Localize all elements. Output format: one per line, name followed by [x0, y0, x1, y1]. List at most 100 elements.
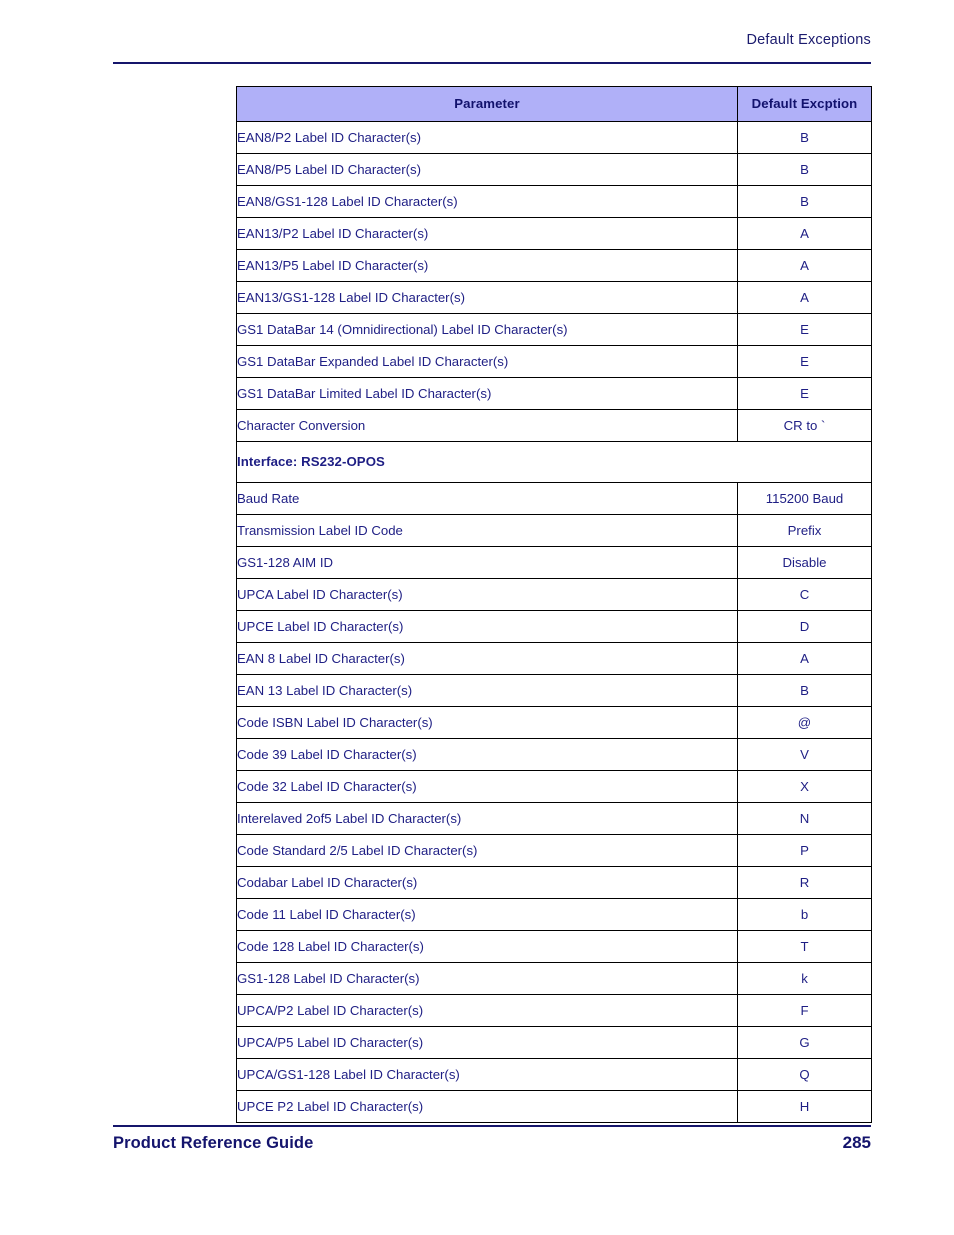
page-footer: Product Reference Guide 285	[113, 1133, 871, 1153]
column-header-default-exception: Default Excption	[737, 86, 872, 122]
cell-parameter: Character Conversion	[236, 409, 738, 442]
cell-parameter: Transmission Label ID Code	[236, 514, 738, 547]
cell-default-exception: E	[737, 377, 872, 410]
table-row: Code 32 Label ID Character(s) X	[236, 770, 872, 803]
cell-parameter: Code Standard 2/5 Label ID Character(s)	[236, 834, 738, 867]
cell-default-exception: A	[737, 249, 872, 282]
cell-parameter: UPCE P2 Label ID Character(s)	[236, 1090, 738, 1123]
table-row: EAN8/P5 Label ID Character(s) B	[236, 153, 872, 186]
cell-default-exception: B	[737, 153, 872, 186]
table-header-row: Parameter Default Excption	[236, 86, 872, 122]
table-body: EAN8/P2 Label ID Character(s) B EAN8/P5 La…	[236, 121, 872, 1123]
table-row: Code 11 Label ID Character(s) b	[236, 898, 872, 931]
cell-parameter: UPCA/P5 Label ID Character(s)	[236, 1026, 738, 1059]
cell-parameter: EAN 13 Label ID Character(s)	[236, 674, 738, 707]
table-row: UPCE Label ID Character(s) D	[236, 610, 872, 643]
table-row: Character Conversion CR to `	[236, 409, 872, 442]
cell-default-exception: T	[737, 930, 872, 963]
cell-parameter: Baud Rate	[236, 482, 738, 515]
cell-default-exception: Q	[737, 1058, 872, 1091]
cell-default-exception: A	[737, 217, 872, 250]
cell-default-exception: @	[737, 706, 872, 739]
table-row: GS1 DataBar 14 (Omnidirectional) Label I…	[236, 313, 872, 346]
cell-parameter: Code 39 Label ID Character(s)	[236, 738, 738, 771]
table-row: UPCA/P2 Label ID Character(s) F	[236, 994, 872, 1027]
table-row: UPCA/P5 Label ID Character(s) G	[236, 1026, 872, 1059]
cell-parameter: EAN13/P5 Label ID Character(s)	[236, 249, 738, 282]
cell-parameter: Code 11 Label ID Character(s)	[236, 898, 738, 931]
cell-parameter: EAN8/GS1-128 Label ID Character(s)	[236, 185, 738, 218]
cell-default-exception: E	[737, 313, 872, 346]
table-row: Codabar Label ID Character(s) R	[236, 866, 872, 899]
cell-default-exception: E	[737, 345, 872, 378]
table-row: Transmission Label ID Code Prefix	[236, 514, 872, 547]
default-exceptions-table-container: Parameter Default Excption EAN8/P2 Label…	[236, 86, 872, 1123]
default-exceptions-table: Parameter Default Excption EAN8/P2 Label…	[236, 86, 872, 1123]
table-row: EAN13/P2 Label ID Character(s) A	[236, 217, 872, 250]
table-row: Code Standard 2/5 Label ID Character(s) P	[236, 834, 872, 867]
cell-parameter: UPCA Label ID Character(s)	[236, 578, 738, 611]
table-row: EAN 13 Label ID Character(s) B	[236, 674, 872, 707]
table-row: GS1 DataBar Limited Label ID Character(s…	[236, 377, 872, 410]
cell-default-exception: Disable	[737, 546, 872, 579]
cell-default-exception: R	[737, 866, 872, 899]
running-header-text: Default Exceptions	[746, 32, 871, 48]
footer-divider-rule	[113, 1125, 871, 1127]
running-header: Default Exceptions	[113, 30, 871, 50]
cell-parameter: GS1-128 Label ID Character(s)	[236, 962, 738, 995]
cell-parameter: GS1-128 AIM ID	[236, 546, 738, 579]
table-section-title: Interface: RS232-OPOS	[236, 441, 872, 483]
cell-parameter: Code ISBN Label ID Character(s)	[236, 706, 738, 739]
cell-default-exception: D	[737, 610, 872, 643]
cell-parameter: EAN 8 Label ID Character(s)	[236, 642, 738, 675]
cell-parameter: GS1 DataBar Limited Label ID Character(s…	[236, 377, 738, 410]
cell-parameter: EAN8/P5 Label ID Character(s)	[236, 153, 738, 186]
cell-default-exception: CR to `	[737, 409, 872, 442]
cell-default-exception: B	[737, 674, 872, 707]
table-row: EAN8/P2 Label ID Character(s) B	[236, 121, 872, 154]
cell-default-exception: H	[737, 1090, 872, 1123]
cell-default-exception: B	[737, 121, 872, 154]
cell-parameter: UPCA/GS1-128 Label ID Character(s)	[236, 1058, 738, 1091]
footer-page-number: 285	[842, 1133, 871, 1152]
cell-parameter: EAN13/P2 Label ID Character(s)	[236, 217, 738, 250]
table-row: UPCE P2 Label ID Character(s) H	[236, 1090, 872, 1123]
cell-parameter: EAN8/P2 Label ID Character(s)	[236, 121, 738, 154]
cell-default-exception: k	[737, 962, 872, 995]
table-row: Baud Rate 115200 Baud	[236, 482, 872, 515]
header-divider-rule	[113, 62, 871, 64]
cell-default-exception: N	[737, 802, 872, 835]
cell-default-exception: X	[737, 770, 872, 803]
table-header: Parameter Default Excption	[236, 86, 872, 122]
table-section-row: Interface: RS232-OPOS	[236, 441, 872, 483]
cell-default-exception: A	[737, 281, 872, 314]
table-row: EAN13/P5 Label ID Character(s) A	[236, 249, 872, 282]
cell-parameter: UPCE Label ID Character(s)	[236, 610, 738, 643]
cell-default-exception: V	[737, 738, 872, 771]
document-page: Default Exceptions Parameter Default Exc…	[0, 0, 954, 1235]
table-row: UPCA Label ID Character(s) C	[236, 578, 872, 611]
cell-default-exception: G	[737, 1026, 872, 1059]
cell-parameter: EAN13/GS1-128 Label ID Character(s)	[236, 281, 738, 314]
cell-default-exception: F	[737, 994, 872, 1027]
cell-parameter: Code 32 Label ID Character(s)	[236, 770, 738, 803]
cell-default-exception: B	[737, 185, 872, 218]
table-row: Code 128 Label ID Character(s) T	[236, 930, 872, 963]
table-row: GS1-128 AIM ID Disable	[236, 546, 872, 579]
table-row: GS1-128 Label ID Character(s) k	[236, 962, 872, 995]
cell-parameter: Code 128 Label ID Character(s)	[236, 930, 738, 963]
table-row: GS1 DataBar Expanded Label ID Character(…	[236, 345, 872, 378]
table-row: UPCA/GS1-128 Label ID Character(s) Q	[236, 1058, 872, 1091]
cell-default-exception: b	[737, 898, 872, 931]
table-row: EAN13/GS1-128 Label ID Character(s) A	[236, 281, 872, 314]
cell-default-exception: P	[737, 834, 872, 867]
table-row: EAN 8 Label ID Character(s) A	[236, 642, 872, 675]
cell-parameter: GS1 DataBar Expanded Label ID Character(…	[236, 345, 738, 378]
table-row: Interelaved 2of5 Label ID Character(s) N	[236, 802, 872, 835]
footer-document-title: Product Reference Guide	[113, 1134, 314, 1152]
cell-parameter: GS1 DataBar 14 (Omnidirectional) Label I…	[236, 313, 738, 346]
table-row: Code 39 Label ID Character(s) V	[236, 738, 872, 771]
cell-default-exception: A	[737, 642, 872, 675]
cell-default-exception: Prefix	[737, 514, 872, 547]
table-row: Code ISBN Label ID Character(s) @	[236, 706, 872, 739]
